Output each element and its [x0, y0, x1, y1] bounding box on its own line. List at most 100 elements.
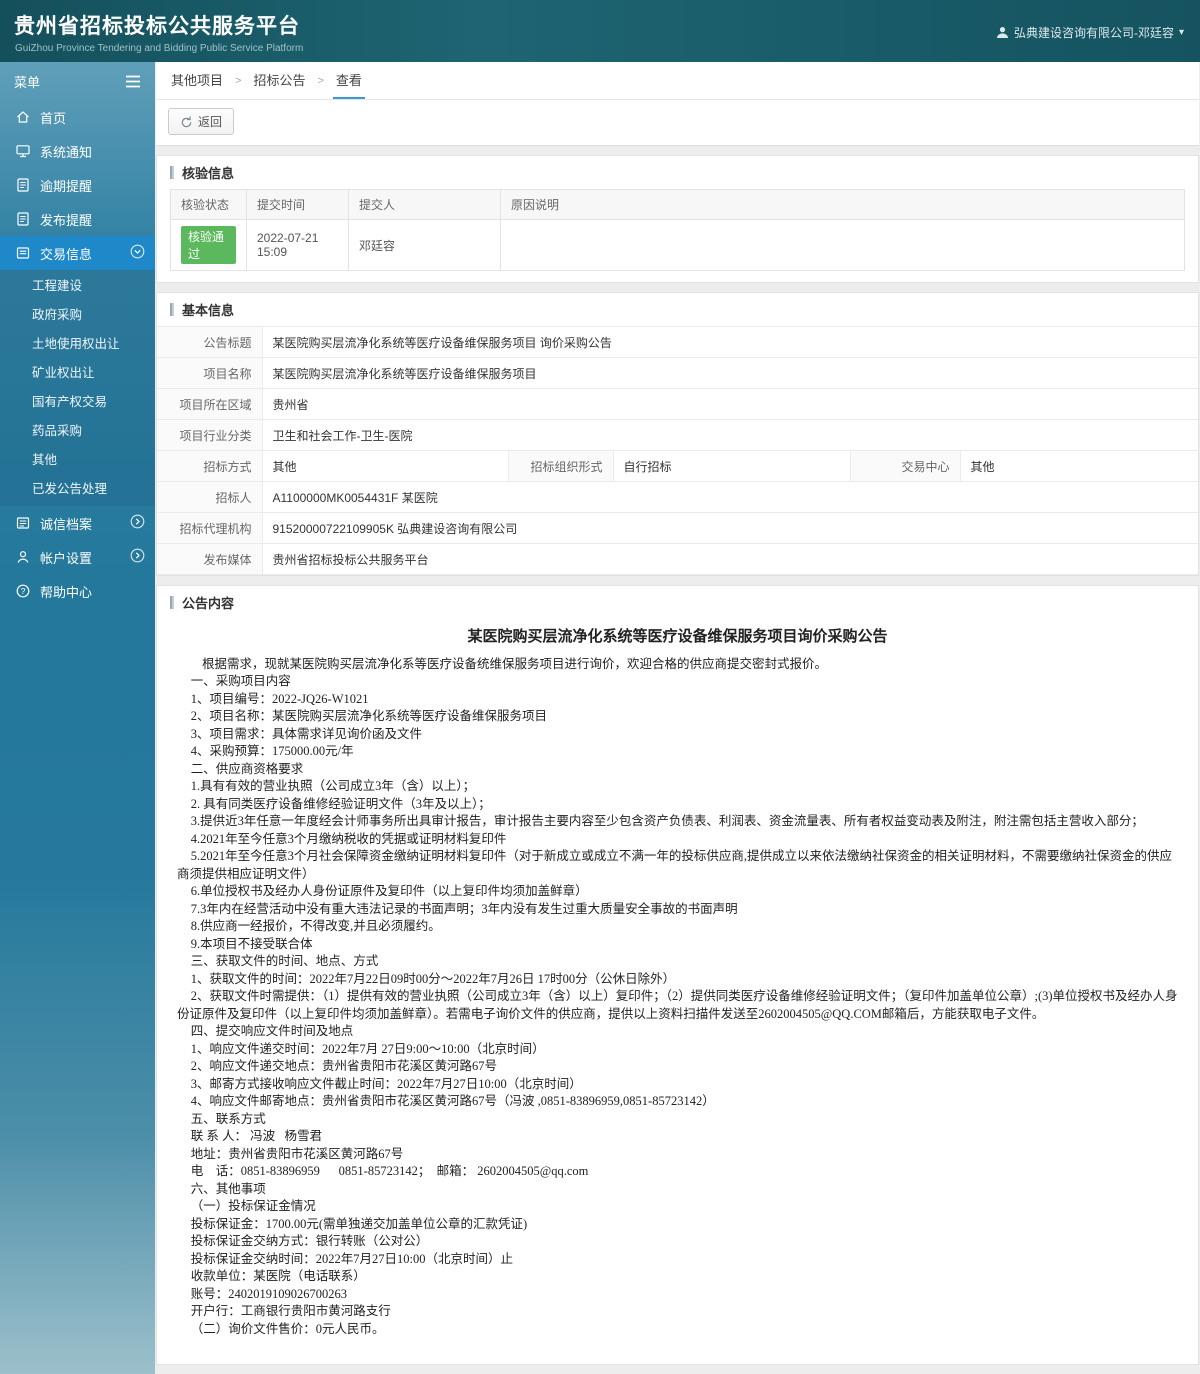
- sidebar-item-label: 帐户设置: [40, 550, 93, 566]
- announcement-paragraph: 账号：2402019109026700263: [190, 1286, 348, 1301]
- sidebar-subitem-project-construction[interactable]: 工程建设: [0, 272, 155, 301]
- announcement-panel: 公告内容 某医院购买层流净化系统等医疗设备维保服务项目询价采购公告 根据需求，现…: [156, 585, 1199, 1365]
- breadcrumb-tab-tender-announcement[interactable]: 招标公告: [250, 62, 308, 99]
- breadcrumb-tab-view[interactable]: 查看: [332, 62, 365, 99]
- sidebar-item-label: 逾期提醒: [40, 178, 93, 194]
- sidebar-item-label: 交易信息: [40, 246, 93, 262]
- submitter-cell: 邓廷容: [348, 219, 501, 271]
- sidebar-subitem-other[interactable]: 其他: [0, 446, 155, 475]
- sidebar-item-system-notices[interactable]: 系统通知: [0, 134, 155, 168]
- sidebar-item-overdue-reminders[interactable]: 逾期提醒: [0, 168, 155, 202]
- section-title-text: 公告内容: [182, 596, 235, 611]
- back-button[interactable]: 返回: [168, 108, 235, 135]
- chevron-right-circle-icon: [130, 548, 145, 566]
- verification-table-wrap: 核验状态 提交时间 提交人 原因说明 核验通过 2022-07-21 15:09…: [157, 189, 1198, 282]
- field-value: 某医院购买层流净化系统等医疗设备维保服务项目 询价采购公告: [261, 326, 1198, 358]
- announcement-paragraph: 一、采购项目内容: [190, 674, 291, 688]
- caret-down-icon: ▾: [1178, 27, 1184, 38]
- main-content: 其他项目 > 招标公告 > 查看 返回 核验信息 核验状态 提交时间 提交人 原…: [155, 62, 1200, 1374]
- sidebar-subitem-government-procurement[interactable]: 政府采购: [0, 301, 155, 330]
- hamburger-icon[interactable]: [125, 75, 141, 88]
- verification-panel: 核验信息 核验状态 提交时间 提交人 原因说明 核验通过 2022-07-21 …: [156, 155, 1199, 283]
- sidebar-subitem-land-use-rights[interactable]: 土地使用权出让: [0, 330, 155, 359]
- page-subtitle: GuiZhou Province Tendering and Bidding P…: [15, 43, 304, 54]
- announcement-document: 某医院购买层流净化系统等医疗设备维保服务项目询价采购公告 根据需求，现就某医院购…: [157, 619, 1198, 1364]
- column-header: 原因说明: [500, 189, 1185, 220]
- submit-time-cell: 2022-07-21 15:09: [246, 219, 349, 271]
- breadcrumb-tab-other-projects[interactable]: 其他项目: [168, 62, 226, 99]
- announcement-paragraph: 8.供应商一经报价，不得改变,并且必须履约。: [190, 919, 441, 933]
- transaction-submenu: 工程建设 政府采购 土地使用权出让 矿业权出让 国有产权交易 药品采购 其他 已…: [0, 270, 155, 506]
- menu-label: 菜单: [14, 74, 41, 90]
- status-badge: 核验通过: [181, 226, 236, 264]
- verification-panel-title: 核验信息: [157, 156, 1198, 189]
- column-header: 核验状态: [170, 189, 247, 220]
- announcement-paragraph: 4、采购预算：175000.00元/年: [190, 744, 354, 758]
- section-bars-icon: [170, 596, 174, 609]
- question-circle-icon: ?: [16, 584, 30, 598]
- field-label: 项目名称: [157, 357, 263, 389]
- sidebar-subitem-drug-procurement[interactable]: 药品采购: [0, 417, 155, 446]
- breadcrumb-separator: >: [235, 74, 242, 87]
- announcement-paragraph: （一）投标保证金情况: [190, 1199, 316, 1213]
- basic-info-table: 公告标题 某医院购买层流净化系统等医疗设备维保服务项目 询价采购公告 项目名称 …: [157, 326, 1198, 575]
- reason-cell: [500, 219, 1185, 271]
- user-icon: [996, 27, 1008, 38]
- announcement-paragraph: 地址：贵州省贵阳市花溪区黄河路67号: [190, 1146, 404, 1161]
- announcement-paragraph: 3.提供近3年任意一年度经会计师事务所出具审计报告，审计报告主要内容至少包含资产…: [190, 814, 1144, 828]
- announcement-paragraph: （二）询价文件售价：0元人民币。: [190, 1321, 385, 1336]
- sidebar-item-transaction-info[interactable]: 交易信息: [0, 236, 155, 270]
- document-icon: [17, 212, 29, 226]
- announcement-paragraph: 4、响应文件邮寄地点：贵州省贵阳市花溪区黄河路67号（冯波 ,0851-8389…: [190, 1094, 715, 1108]
- announcement-paragraph: 1、响应文件递交时间：2022年7月 27日9:00～10:00（北京时间）: [190, 1041, 545, 1056]
- announcement-paragraph: 4.2021年至今任意3个月缴纳税收的凭据或证明材料复印件: [190, 831, 507, 846]
- table-row: 项目所在区域 贵州省: [157, 388, 1198, 420]
- breadcrumb-separator: >: [317, 74, 324, 87]
- announcement-paragraph: 六、其他事项: [190, 1181, 266, 1196]
- app-header: 贵州省招标投标公共服务平台 GuiZhou Province Tendering…: [0, 0, 1200, 62]
- field-value: 贵州省招标投标公共服务平台: [261, 543, 1198, 575]
- table-row: 发布媒体 贵州省招标投标公共服务平台: [157, 543, 1198, 575]
- announcement-paragraph: 1.具有有效的营业执照（公司成立3年（含）以上）；: [190, 779, 476, 793]
- announcement-paragraph: 投标保证金：1700.00元(需单独递交加盖单位公章的汇款凭证): [190, 1216, 528, 1231]
- monitor-icon: [16, 145, 30, 158]
- table-header-row: 核验状态 提交时间 提交人 原因说明: [170, 189, 1185, 220]
- chevron-right-circle-icon: [130, 514, 145, 532]
- sidebar-item-publish-reminders[interactable]: 发布提醒: [0, 202, 155, 236]
- section-title-text: 核验信息: [182, 166, 235, 181]
- announcement-paragraph: 电 话：0851-83896959 0851-85723142； 邮箱： 260…: [190, 1164, 589, 1178]
- sidebar-item-home[interactable]: 首页: [0, 100, 155, 134]
- sidebar-item-label: 系统通知: [40, 144, 93, 160]
- announcement-paragraph: 2、获取文件时需提供：（1）提供有效的营业执照（公司成立3年（含）以上）复印件；…: [177, 989, 1178, 1021]
- sidebar-item-account-settings[interactable]: 帐户设置: [0, 540, 155, 574]
- verify-table: 核验状态 提交时间 提交人 原因说明 核验通过 2022-07-21 15:09…: [170, 189, 1185, 271]
- sidebar-subitem-processed-announcements[interactable]: 已发公告处理: [0, 475, 155, 504]
- field-value: 某医院购买层流净化系统等医疗设备维保服务项目: [261, 357, 1198, 389]
- sidebar-item-help-center[interactable]: ? 帮助中心: [0, 574, 155, 608]
- announcement-paragraph: 投标保证金交纳方式：银行转账（公对公）: [190, 1234, 429, 1248]
- field-value: 贵州省: [261, 388, 1198, 420]
- user-menu[interactable]: 弘典建设咨询有限公司-邓廷容 ▾: [996, 24, 1184, 41]
- verify-status-cell: 核验通过: [170, 219, 247, 271]
- table-row: 公告标题 某医院购买层流净化系统等医疗设备维保服务项目 询价采购公告: [157, 326, 1198, 358]
- sidebar: 菜单 首页 系统通知 逾期提醒 发布提醒 交易信息 工程建设 政府采购 土地使用…: [0, 62, 155, 1374]
- announcement-paragraph: 3、项目需求：具体需求详见询价函及文件: [190, 726, 423, 741]
- table-row: 项目行业分类 卫生和社会工作-卫生-医院: [157, 419, 1198, 451]
- sidebar-item-credit-archive[interactable]: 诚信档案: [0, 506, 155, 540]
- archive-icon: [16, 517, 30, 529]
- field-value: 卫生和社会工作-卫生-医院: [261, 419, 1198, 451]
- field-label: 交易中心: [849, 450, 961, 482]
- announcement-paragraph: 2. 具有同类医疗设备维修经验证明文件（3年及以上）；: [190, 796, 491, 811]
- back-button-label: 返回: [198, 115, 223, 129]
- table-row: 招标人 A1100000MK0054431F 某医院: [157, 481, 1198, 513]
- sidebar-subitem-state-owned-property[interactable]: 国有产权交易: [0, 388, 155, 417]
- field-label: 招标组织形式: [507, 450, 614, 482]
- announcement-paragraph: 2、项目名称：某医院购买层流净化系统等医疗设备维保服务项目: [190, 709, 548, 723]
- announcement-paragraph: 1、获取文件的时间：2022年7月22日09时00分～2022年7月26日 17…: [190, 971, 676, 986]
- user-name: 弘典建设咨询有限公司-邓廷容: [1013, 26, 1174, 40]
- announcement-body: 一、采购项目内容 1、项目编号：2022-JQ26-W1021 2、项目名称：某医院…: [177, 673, 1178, 1338]
- return-arrow-icon: [181, 116, 192, 128]
- table-row: 招标代理机构 91520000722109905K 弘典建设咨询有限公司: [157, 512, 1198, 544]
- sidebar-subitem-mining-rights[interactable]: 矿业权出让: [0, 359, 155, 388]
- field-label: 发布媒体: [157, 543, 263, 575]
